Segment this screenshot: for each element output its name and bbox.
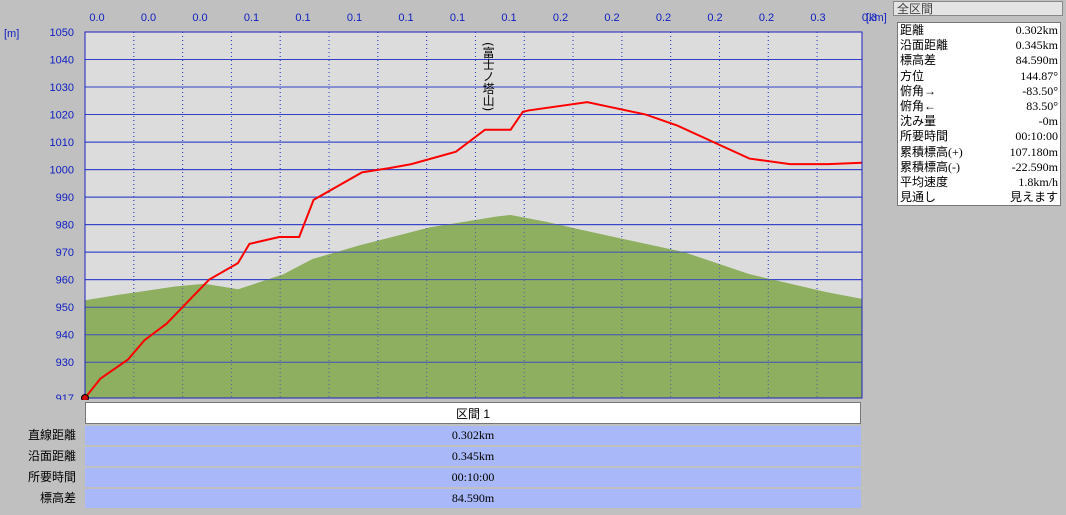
y-tick-label: 917 — [56, 393, 74, 400]
summary-row: 所要時間 00:10:00 — [898, 129, 1060, 144]
peak-label: (富士ノ塔山) — [481, 42, 495, 111]
summary-value: 0.345km — [1015, 38, 1058, 53]
summary-table: 距離 0.302km 沿面距離 0.345km 標高差 84.590m 方位 144.87° 俯… — [897, 22, 1061, 207]
summary-row: 沈み量 -0m — [898, 114, 1060, 129]
x-tick-label: 0.2 — [707, 12, 722, 24]
summary-row: 方位 144.87° — [898, 69, 1060, 84]
segment-row-label: 所要時間 — [27, 470, 76, 484]
summary-label: 沈み量 — [900, 114, 937, 129]
summary-value: 0.302km — [1015, 23, 1058, 37]
x-tick-label: 0.2 — [604, 12, 619, 24]
y-tick-labels: 917 930 940 950 960 970 980 990 1000 1010 1020 1030… — [50, 27, 74, 400]
segment-row-value: 0.302km — [85, 426, 861, 445]
summary-title: 全区間 — [893, 1, 1063, 16]
summary-value: -0m — [1038, 114, 1058, 129]
segment-row-value: 00:10:00 — [85, 468, 861, 487]
summary-row: 沿面距離 0.345km — [898, 38, 1060, 53]
x-tick-label: 0.1 — [295, 12, 310, 24]
y-tick-label: 930 — [56, 357, 74, 369]
summary-row: 俯角← 83.50° — [898, 99, 1060, 114]
summary-value: 見えます — [1009, 190, 1058, 205]
x-tick-label: 0.2 — [759, 12, 774, 24]
summary-value: 00:10:00 — [1015, 129, 1058, 144]
x-tick-label: 0.0 — [89, 12, 104, 24]
y-tick-label: 1050 — [50, 27, 74, 39]
summary-value: 144.87° — [1020, 68, 1058, 83]
y-tick-label: 990 — [56, 192, 74, 204]
y-tick-label: 1030 — [50, 82, 74, 94]
x-tick-labels: 0.0 0.0 0.0 0.1 0.1 0.1 0.1 0.1 0.1 0.2 0.2 0.2 0.2 0… — [89, 12, 877, 24]
summary-label: 沿面距離 — [900, 38, 949, 53]
x-tick-label: 0.1 — [244, 12, 259, 24]
segment-row-value: 0.345km — [85, 447, 861, 466]
segment-row-label: 直線距離 — [27, 428, 76, 442]
y-tick-label: 1040 — [50, 55, 74, 67]
x-tick-label: 0.1 — [347, 12, 362, 24]
y-tick-label: 1000 — [50, 165, 74, 177]
summary-label: 所要時間 — [900, 129, 949, 144]
x-tick-label: 0.2 — [656, 12, 671, 24]
x-tick-label: 0.0 — [141, 12, 156, 24]
peak-annotation: (富士ノ塔山) — [481, 42, 495, 111]
summary-label: 距離 — [900, 23, 925, 37]
summary-label: 見通し — [900, 190, 937, 205]
summary-label: 平均速度 — [900, 174, 949, 189]
summary-label: 累積標高(+) — [900, 144, 963, 159]
segment-header[interactable]: 区間 1 — [85, 402, 861, 424]
summary-row: 平均速度 1.8km/h — [898, 175, 1060, 190]
y-tick-label: 970 — [56, 247, 74, 259]
y-tick-label: 1010 — [50, 137, 74, 149]
x-tick-label: 0.3 — [810, 12, 825, 24]
summary-row: 累積標高(+) 107.180m — [898, 145, 1060, 160]
summary-row: 見通し 見えます — [898, 190, 1060, 205]
segment-row-value: 84.590m — [85, 489, 861, 508]
summary-label: 俯角→ — [900, 83, 937, 98]
summary-value: -83.50° — [1022, 83, 1058, 98]
summary-label: 累積標高(-) — [900, 159, 960, 174]
x-tick-label: 0.0 — [192, 12, 207, 24]
summary-row: 距離 0.302km — [898, 23, 1060, 38]
summary-value: 107.180m — [1009, 144, 1058, 159]
y-tick-label: 950 — [56, 302, 74, 314]
start-marker — [81, 394, 89, 401]
segment-row-label: 沿面距離 — [27, 449, 76, 463]
summary-label: 方位 — [900, 68, 925, 83]
x-tick-label: 0.1 — [501, 12, 516, 24]
summary-row: 累積標高(-) -22.590m — [898, 160, 1060, 175]
y-tick-label: 980 — [56, 220, 74, 232]
summary-value: 1.8km/h — [1018, 174, 1058, 189]
y-tick-label: 1020 — [50, 110, 74, 122]
summary-label: 俯角← — [900, 98, 937, 113]
summary-value: 83.50° — [1026, 98, 1058, 113]
y-tick-label: 960 — [56, 275, 74, 287]
x-tick-label: 0.2 — [553, 12, 568, 24]
y-unit-label: [m] — [4, 28, 19, 40]
summary-label: 標高差 — [900, 53, 937, 68]
segment-row-label: 標高差 — [39, 491, 76, 505]
summary-row: 標高差 84.590m — [898, 53, 1060, 68]
x-unit-label: [km] — [866, 12, 887, 24]
summary-row: 俯角→ -83.50° — [898, 84, 1060, 99]
x-tick-label: 0.1 — [450, 12, 465, 24]
summary-value: 84.590m — [1015, 53, 1058, 68]
x-tick-label: 0.1 — [398, 12, 413, 24]
summary-value: -22.590m — [1011, 159, 1058, 174]
y-tick-label: 940 — [56, 330, 74, 342]
start-point-marker[interactable] — [81, 394, 89, 401]
